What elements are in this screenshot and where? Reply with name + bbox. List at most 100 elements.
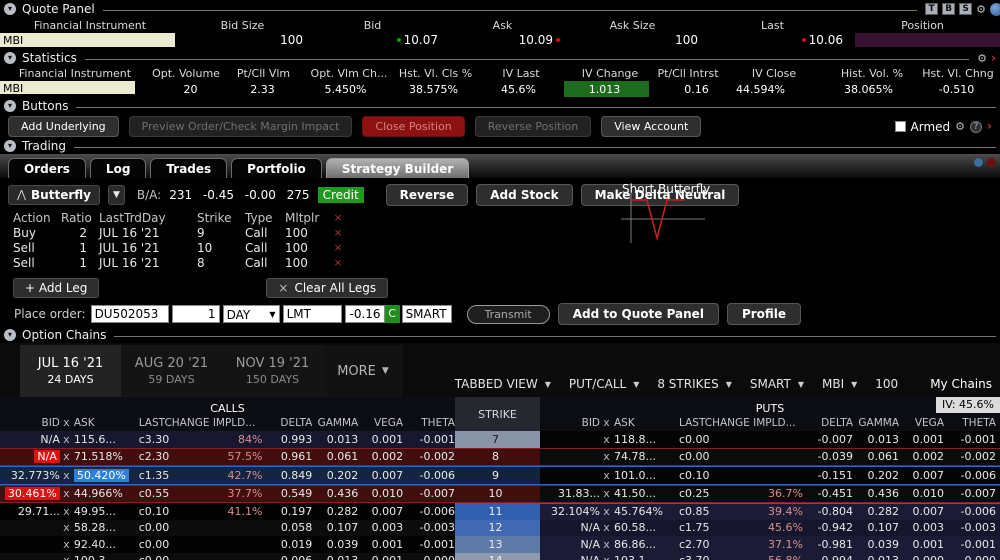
reverse-button[interactable]: Reverse [386,184,469,206]
ask-cell[interactable]: 58.28... [73,521,137,534]
ask-cell[interactable]: 92.40... [73,538,137,551]
bid-cell[interactable]: N/A [544,538,600,551]
ask-cell[interactable]: 86.86... [613,538,677,551]
profile-button[interactable]: Profile [727,303,801,325]
bid-size-value[interactable]: 100 [180,33,305,49]
armed-checkbox[interactable] [895,121,906,132]
bid-cell[interactable]: 32.773% [4,469,60,482]
collapse-buttons-icon[interactable]: ▾ [4,100,16,112]
option-chain-row[interactable]: N/Ax115.6...c3.3084%0.9930.0130.001-0.00… [0,431,1000,448]
wrench-icon[interactable]: ⚙ [955,121,965,132]
globe-icon[interactable] [990,3,1000,16]
expand-arrow-icon[interactable]: › [991,53,996,64]
collapse-statistics-icon[interactable]: ▾ [4,52,16,64]
view-mode-select[interactable]: TABBED VIEW▼ [455,377,551,391]
tab-portfolio[interactable]: Portfolio [231,158,322,178]
scanner-window-icon[interactable]: S [959,3,972,15]
symbol-field[interactable]: MBI [0,33,175,47]
bid-cell[interactable]: N/A [4,433,60,446]
add-underlying-button[interactable]: Add Underlying [8,116,119,137]
bid-cell[interactable]: 29.71... [4,505,60,518]
my-chains-button[interactable]: My Chains [930,377,992,391]
leg-row[interactable]: Sell1JUL 16 '218Call100× [13,255,1000,270]
ask-cell[interactable]: 103.1... [613,554,677,560]
collapse-trading-icon[interactable]: ▾ [4,140,16,152]
bid-value[interactable]: 10.07 [305,33,440,49]
bid-cell[interactable]: 31.83... [544,487,600,500]
route-field[interactable]: SMART [402,305,452,323]
preview-order-button[interactable]: Preview Order/Check Margin Impact [129,116,353,137]
option-chain-row[interactable]: 32.773%x50.420%c1.3542.7%0.8490.2020.007… [0,466,1000,485]
ask-value[interactable]: 10.09 [440,33,565,49]
add-to-quote-panel-button[interactable]: Add to Quote Panel [558,303,719,325]
option-chain-row[interactable]: N/Ax71.518%c2.3057.5%0.9610.0610.002-0.0… [0,448,1000,467]
symbol-field[interactable]: MBI [0,81,135,94]
bid-cell[interactable]: 32.104% [544,505,600,518]
close-position-button[interactable]: Close Position [362,116,464,137]
tab-orders[interactable]: Orders [8,158,86,178]
tif-select[interactable]: DAY▼ [223,305,280,323]
option-chain-row[interactable]: x100.3...c0.000.0060.0130.0010.00014N/Ax… [0,553,1000,560]
ask-size-value[interactable]: 100 [565,33,700,49]
ask-cell[interactable]: 49.95... [73,505,137,518]
ask-cell[interactable]: 45.764% [613,505,677,518]
wrench-icon[interactable]: ⚙ [977,53,987,64]
option-chain-row[interactable]: 30.461%x44.966%c0.5537.7%0.5490.4360.010… [0,485,1000,504]
ask-cell[interactable]: 115.6... [73,433,137,446]
bid-cell[interactable]: N/A [544,554,600,560]
view-account-button[interactable]: View Account [601,116,701,137]
bid-cell[interactable]: 30.461% [4,487,60,500]
more-expiries-button[interactable]: MORE▼ [323,345,403,397]
add-stock-button[interactable]: Add Stock [476,184,572,206]
expiry-tab-nov19[interactable]: NOV 19 '21 150 DAYS [222,345,323,397]
strategy-dropdown-arrow[interactable]: ▼ [108,185,125,205]
order-type-field[interactable]: LMT [283,305,342,323]
last-value[interactable]: 10.06 [700,33,845,49]
bid-cell[interactable]: N/A [4,450,60,463]
ask-cell[interactable]: 74.78... [613,450,677,463]
option-chain-row[interactable]: x92.40...c0.000.0190.0390.001-0.00113N/A… [0,536,1000,553]
tab-strategy-builder[interactable]: Strategy Builder [326,158,469,178]
expand-arrow-icon[interactable]: › [987,121,992,132]
option-chain-row[interactable]: 29.71...x49.95...c0.1041.1%0.1970.2820.0… [0,503,1000,520]
ask-cell[interactable]: 71.518% [73,450,137,463]
reverse-position-button[interactable]: Reverse Position [475,116,592,137]
remove-leg-icon[interactable]: × [329,226,347,239]
strikes-count-select[interactable]: 8 STRIKES▼ [657,377,732,391]
ask-cell[interactable]: 60.58... [613,521,677,534]
ask-cell[interactable]: 101.0... [613,469,677,482]
wrench-icon[interactable]: ⚙ [976,4,986,15]
strategy-selector[interactable]: ⋀ Butterfly [8,185,100,205]
clear-all-legs-button[interactable]: ×Clear All Legs [266,278,388,298]
exchange-select[interactable]: SMART▼ [750,377,804,391]
leg-row[interactable]: Sell1JUL 16 '2110Call100× [13,240,1000,255]
add-leg-button[interactable]: + Add Leg [13,278,99,298]
help-icon[interactable]: ? [970,121,982,133]
expiry-tab-jul16[interactable]: JUL 16 '21 24 DAYS [20,345,121,397]
tab-log[interactable]: Log [90,158,146,178]
account-field[interactable]: DU502053 [91,305,169,323]
ask-cell[interactable]: 44.966% [73,487,137,500]
ask-cell[interactable]: 50.420% [73,469,137,482]
position-field[interactable] [855,33,1000,47]
underlying-select[interactable]: MBI▼ [822,377,857,391]
ask-cell[interactable]: 118.8... [613,433,677,446]
bid-cell[interactable]: N/A [544,521,600,534]
collapse-option-chains-icon[interactable]: ▾ [4,329,16,341]
remove-leg-icon[interactable]: × [329,241,347,254]
put-call-select[interactable]: PUT/CALL▼ [569,377,640,391]
price-field[interactable]: -0.16 [345,305,385,323]
transmit-button[interactable]: Transmit [467,305,550,324]
collapse-quote-panel-icon[interactable]: ▾ [4,3,16,15]
alert-dot-icon[interactable] [987,158,996,167]
option-chain-row[interactable]: x58.28...c0.000.0580.1070.003-0.00312N/A… [0,520,1000,537]
ask-cell[interactable]: 41.50... [613,487,677,500]
ticker-window-icon[interactable]: T [925,3,938,15]
expiry-tab-aug20[interactable]: AUG 20 '21 59 DAYS [121,345,222,397]
leg-row[interactable]: Buy2JUL 16 '219Call100× [13,225,1000,240]
ask-cell[interactable]: 100.3... [73,554,137,560]
status-dot-icon[interactable] [974,158,983,167]
tab-trades[interactable]: Trades [150,158,227,178]
book-window-icon[interactable]: B [942,3,955,15]
remove-leg-icon[interactable]: × [329,256,347,269]
